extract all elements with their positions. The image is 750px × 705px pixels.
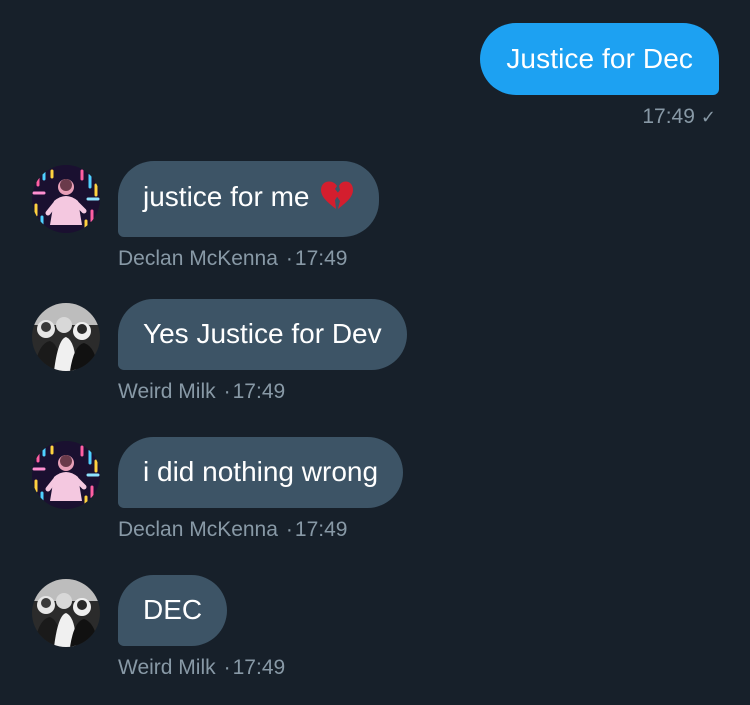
message-timestamp: 17:49	[294, 247, 348, 270]
message-meta: Declan McKenna ·17:49	[118, 247, 379, 271]
message-timestamp: 17:49	[232, 656, 286, 679]
message-timestamp: 17:49	[642, 105, 695, 128]
sender-name[interactable]: Declan McKenna	[118, 518, 278, 541]
message-content: i did nothing wrong Declan McKenna ·17:49	[118, 437, 404, 542]
message-content: DEC Weird Milk ·17:49	[118, 575, 285, 680]
sender-name[interactable]: Weird Milk	[118, 656, 216, 679]
meta-separator: ·	[223, 656, 231, 679]
message-content: justice for me Declan McKenna ·17:49	[118, 161, 379, 271]
message-content: Yes Justice for Dev Weird Milk ·17:49	[118, 299, 407, 404]
message-bubble-incoming[interactable]: justice for me	[118, 161, 379, 237]
message-text: justice for me	[143, 181, 310, 212]
meta-separator: ·	[223, 380, 231, 403]
avatar-declan-mckenna[interactable]	[32, 165, 100, 233]
message-bubble-incoming[interactable]: i did nothing wrong	[118, 437, 404, 508]
avatar-declan-mckenna[interactable]	[32, 441, 100, 509]
avatar-weird-milk[interactable]	[32, 579, 100, 647]
message-meta: Weird Milk ·17:49	[118, 656, 285, 680]
message-timestamp: 17:49	[294, 518, 348, 541]
meta-separator: ·	[285, 247, 293, 270]
message-meta: Declan McKenna ·17:49	[118, 518, 403, 542]
broken-heart-icon	[320, 180, 354, 217]
meta-separator: ·	[285, 518, 293, 541]
avatar-weird-milk[interactable]	[32, 303, 100, 371]
conversation-thread: Justice for Dec 17:49 ✓ justice for me D…	[0, 0, 750, 705]
message-bubble-incoming[interactable]: DEC	[118, 575, 228, 646]
message-bubble-incoming[interactable]: Yes Justice for Dev	[118, 299, 407, 370]
message-meta-outgoing: 17:49 ✓	[480, 105, 719, 129]
message-timestamp: 17:49	[232, 380, 286, 403]
message-outgoing[interactable]: Justice for Dec 17:49 ✓	[480, 23, 719, 129]
message-meta: Weird Milk ·17:49	[118, 380, 407, 404]
sender-name[interactable]: Weird Milk	[118, 380, 216, 403]
sender-name[interactable]: Declan McKenna	[118, 247, 278, 270]
message-bubble-outgoing[interactable]: Justice for Dec	[480, 23, 719, 95]
sent-check-icon: ✓	[700, 107, 716, 127]
